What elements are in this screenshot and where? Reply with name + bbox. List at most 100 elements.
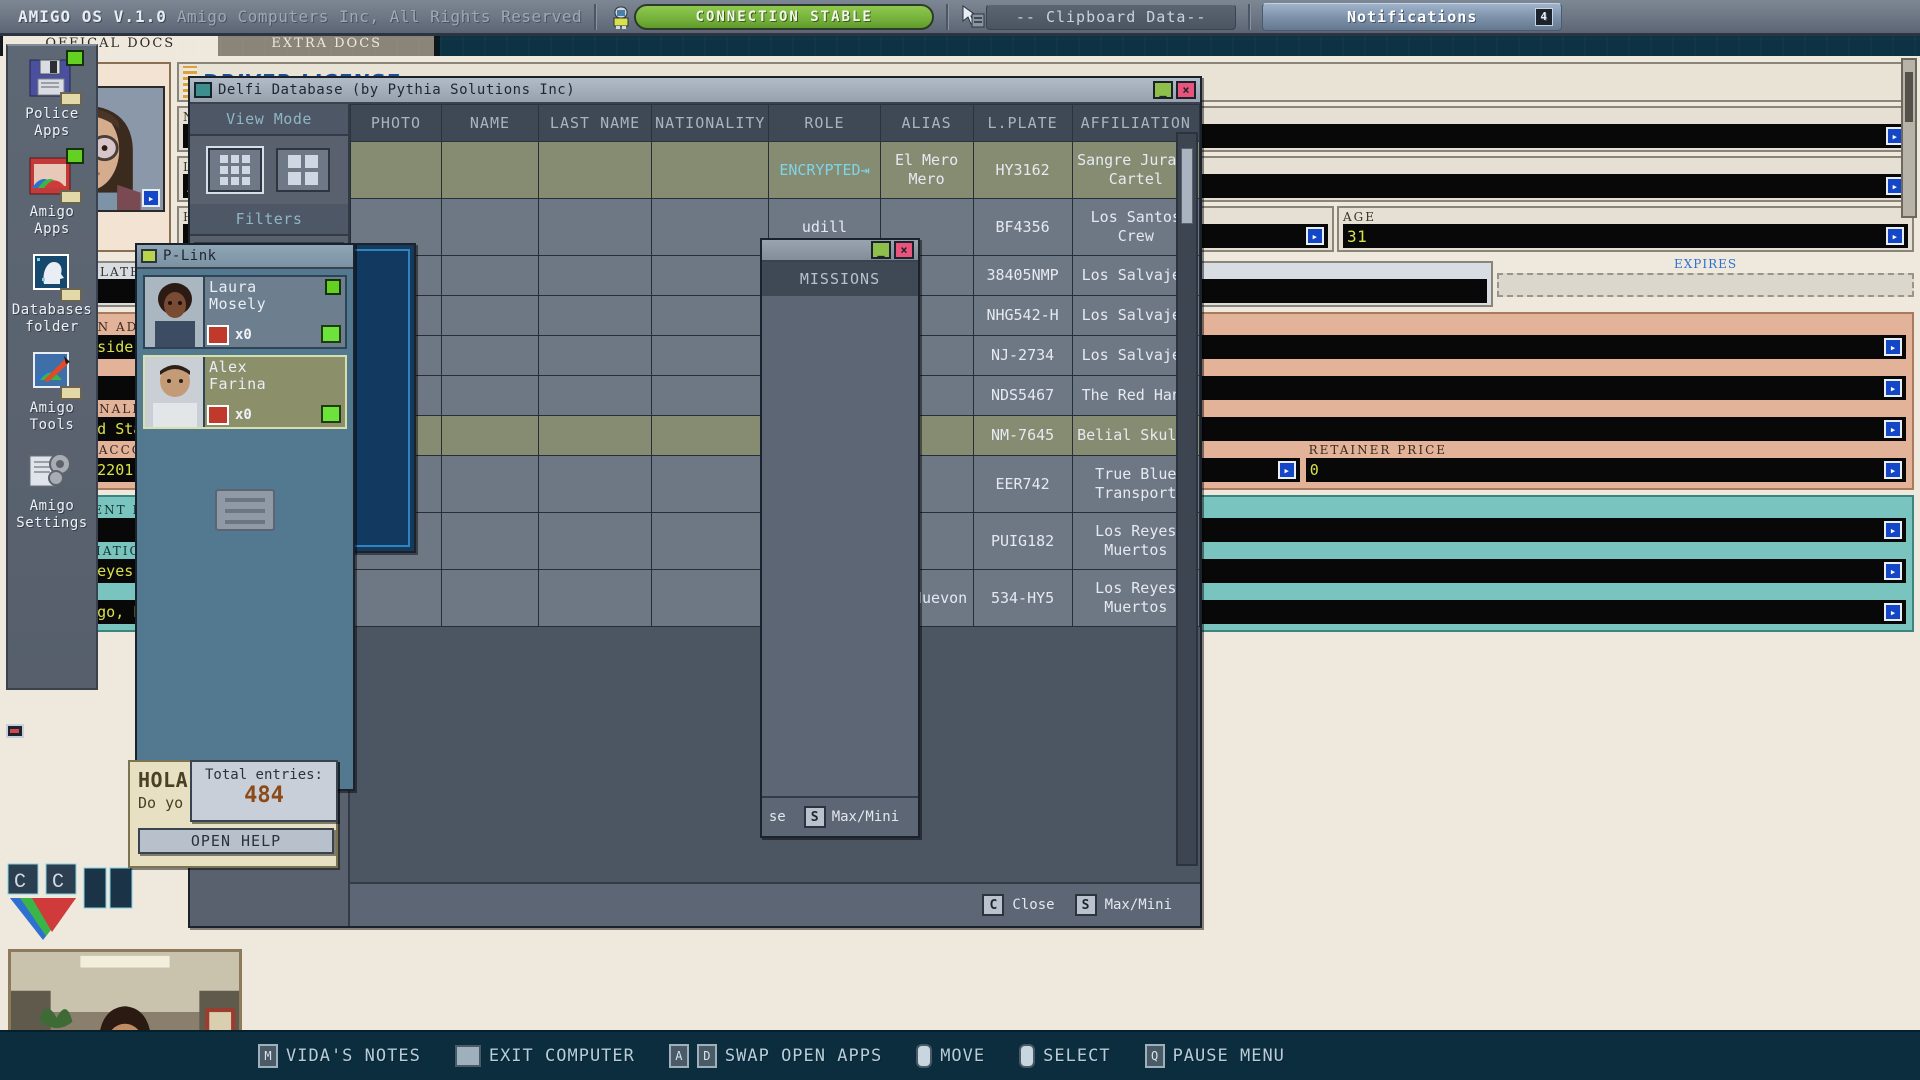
dock-item-amigo-settings[interactable]: AmigoSettings <box>8 448 96 532</box>
missions-minimize-button[interactable]: _ <box>871 241 891 259</box>
missions-title-bar[interactable]: _ × <box>762 240 918 262</box>
cell-photo <box>351 142 442 199</box>
missions-close-button[interactable]: × <box>894 241 914 259</box>
cell-last-name <box>538 142 651 199</box>
avatar-laura <box>145 277 205 347</box>
open-help-button[interactable]: OPEN HELP <box>138 828 334 854</box>
tools-pen-icon <box>26 350 78 396</box>
cell-nationality <box>652 456 769 513</box>
field-expires-value[interactable] <box>1497 273 1914 297</box>
retainer-arrow-button[interactable]: ▸ <box>1884 461 1902 479</box>
hint-vidas-notes[interactable]: M VIDA'S NOTES <box>258 1044 421 1068</box>
view-mode-list-button[interactable] <box>208 148 262 192</box>
cell-last-name <box>538 570 651 627</box>
database-face-icon <box>26 252 78 298</box>
col-photo: PHOTO <box>351 105 442 142</box>
dock-item-amigo-tools[interactable]: AmigoTools <box>8 350 96 434</box>
cell-nationality <box>652 570 769 627</box>
field-age-label: AGE <box>1343 210 1908 224</box>
maxmini-key[interactable]: S <box>1075 894 1097 916</box>
field-expires: EXPIRES <box>1497 257 1914 307</box>
retainer-label: RETAINER PRICE <box>1309 443 1906 457</box>
photo-next-arrow-button[interactable]: ▸ <box>142 189 160 207</box>
retainer-value-box[interactable]: 0 ▸ <box>1306 458 1906 482</box>
cell-last-name <box>538 376 651 416</box>
hint-exit-computer[interactable]: EXIT COMPUTER <box>455 1045 635 1067</box>
status-arrow-button[interactable]: ▸ <box>1884 521 1902 539</box>
bank-arrow-button[interactable]: ▸ <box>1278 461 1296 479</box>
cell-name <box>441 256 538 296</box>
missions-maxmini-label: Max/Mini <box>832 809 899 825</box>
dock-item-amigo-apps[interactable]: AmigoApps <box>8 154 96 238</box>
cell-last-name <box>538 199 651 256</box>
dock-item-police-apps[interactable]: PoliceApps <box>8 56 96 140</box>
hint-move[interactable]: MOVE <box>916 1044 985 1068</box>
passport-arrow-button[interactable]: ▸ <box>1884 420 1902 438</box>
key-d: D <box>697 1044 717 1068</box>
camera-icon <box>6 724 24 738</box>
cell-alias: El Mero Mero <box>880 142 973 199</box>
cell-plate: NM-7645 <box>973 416 1072 456</box>
hint-label-pause-menu: PAUSE MENU <box>1173 1046 1285 1066</box>
role-arrow-button[interactable]: ▸ <box>1884 603 1902 621</box>
hint-swap-open-apps[interactable]: A D SWAP OPEN APPS <box>669 1044 882 1068</box>
col-role: ROLE <box>769 105 880 142</box>
dock-item-databases-folder[interactable]: Databasesfolder <box>8 252 96 336</box>
cell-nationality <box>652 256 769 296</box>
database-title-bar[interactable]: Delfi Database (by Pythia Solutions Inc)… <box>190 78 1200 104</box>
close-key[interactable]: C <box>982 894 1004 916</box>
notifications-button[interactable]: Notifications 4 <box>1262 3 1562 31</box>
plink-status-led-alex <box>321 405 341 423</box>
plink-contact-alex[interactable]: AlexFarina x0 <box>143 355 347 429</box>
connection-status-label: CONNECTION STABLE <box>696 9 873 25</box>
cell-last-name <box>538 513 651 570</box>
field-wgt-arrow-button[interactable]: ▸ <box>1306 227 1324 245</box>
missions-maxmini-key[interactable]: S <box>804 806 826 828</box>
field-age-arrow-button[interactable]: ▸ <box>1886 227 1904 245</box>
country-arrow-button[interactable]: ▸ <box>1884 379 1902 397</box>
col-name: NAME <box>441 105 538 142</box>
os-name-label: AMIGO OS V.1.0 <box>18 7 167 26</box>
hint-pause-menu[interactable]: Q PAUSE MENU <box>1145 1044 1285 1068</box>
database-icon <box>194 82 212 98</box>
connection-status-pill: CONNECTION STABLE <box>634 4 934 30</box>
minimize-button[interactable]: _ <box>1153 81 1173 99</box>
known-address-arrow-button[interactable]: ▸ <box>1884 338 1902 356</box>
suspect-scrollbar[interactable] <box>1901 58 1917 218</box>
new-badge <box>66 50 84 66</box>
dock-label-databases-folder: Databasesfolder <box>8 302 96 336</box>
svg-text:C: C <box>14 871 26 894</box>
cell-name <box>441 456 538 513</box>
suspect-scrollbar-thumb[interactable] <box>1905 72 1913 122</box>
plink-title-bar[interactable]: P-Link <box>137 245 353 269</box>
cell-nationality <box>652 199 769 256</box>
missions-footer: se S Max/Mini <box>762 796 918 836</box>
database-scrollbar[interactable] <box>1176 132 1198 866</box>
new-badge-2 <box>66 148 84 164</box>
plink-window[interactable]: P-Link LauraMosely x0 <box>135 243 355 791</box>
plink-contact-laura[interactable]: LauraMosely x0 <box>143 275 347 349</box>
plink-icon <box>141 249 157 263</box>
close-button[interactable]: × <box>1176 81 1196 99</box>
affiliation-arrow-button[interactable]: ▸ <box>1884 562 1902 580</box>
cell-plate: PUIG182 <box>973 513 1072 570</box>
cell-name <box>441 570 538 627</box>
scrollbar-thumb[interactable] <box>1181 148 1193 224</box>
missions-window[interactable]: _ × MISSIONS se S Max/Mini <box>760 238 920 838</box>
divider-2 <box>946 4 948 30</box>
plink-new-badge-laura <box>325 279 341 295</box>
table-header-row: PHOTO NAME LAST NAME NATIONALITY ROLE AL… <box>351 105 1200 142</box>
plink-name-laura: LauraMosely <box>209 279 341 313</box>
clipboard-data-button[interactable]: -- Clipboard Data-- <box>986 4 1236 30</box>
left-dock: PoliceApps AmigoApps Databasesfolder <box>6 44 98 690</box>
view-mode-grid-button[interactable] <box>276 148 330 192</box>
hint-select[interactable]: SELECT <box>1019 1044 1110 1068</box>
avatar-alex <box>145 357 205 427</box>
grid-small-icon <box>220 155 250 185</box>
view-mode-header: View Mode <box>190 104 348 136</box>
hint-label-swap-open-apps: SWAP OPEN APPS <box>725 1046 882 1066</box>
plink-stat-laura: x0 <box>207 325 252 345</box>
field-age-value-box[interactable]: 31 ▸ <box>1343 224 1908 248</box>
table-row[interactable]: ENCRYPTED⇥El Mero MeroHY3162Sangre Jurad… <box>351 142 1200 199</box>
cell-last-name <box>538 336 651 376</box>
